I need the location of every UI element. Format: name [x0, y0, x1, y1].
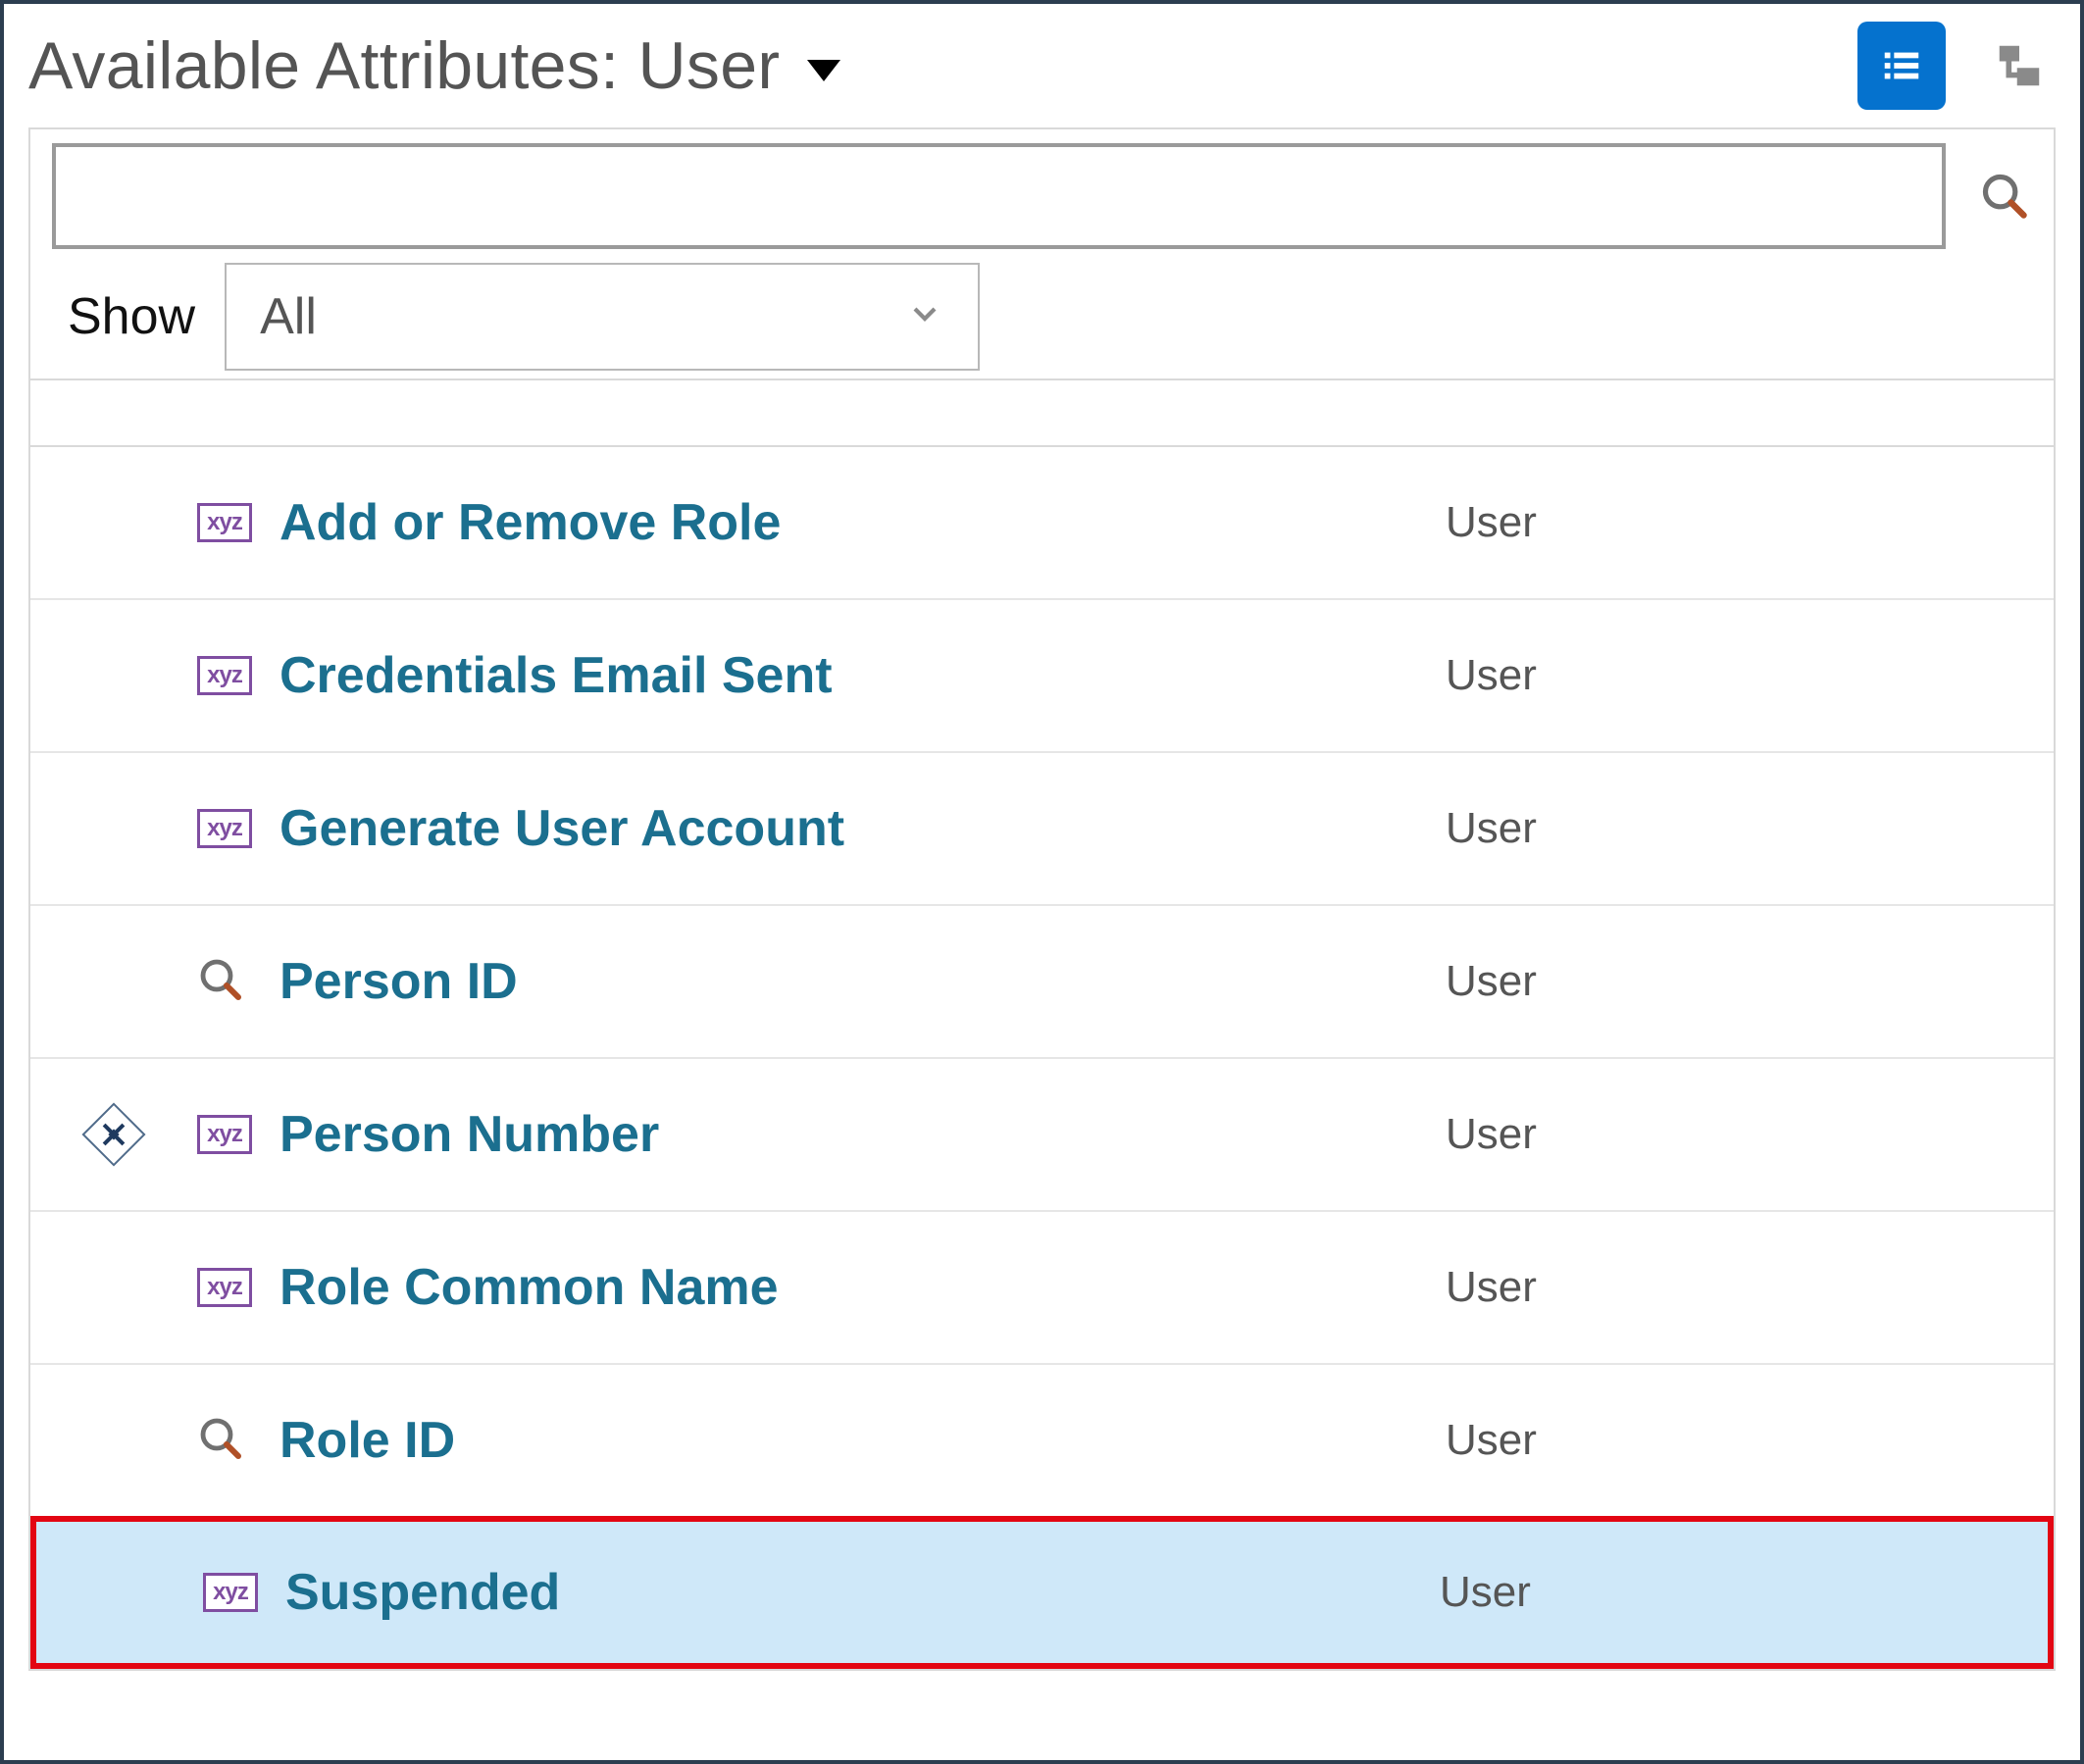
row-type-icon-cell: xyz — [203, 1573, 281, 1612]
dropdown-caret-icon — [807, 60, 840, 81]
xyz-type-icon: xyz — [197, 1268, 252, 1307]
required-icon — [81, 1102, 145, 1166]
list-icon — [1879, 43, 1924, 88]
row-type-icon-cell — [197, 956, 276, 1008]
row-type-icon-cell: xyz — [197, 503, 276, 542]
attribute-label: Role ID — [276, 1411, 1446, 1470]
attribute-category: User — [1446, 1263, 2054, 1312]
attribute-row[interactable]: Role IDUser — [30, 1365, 2054, 1518]
attribute-label: Add or Remove Role — [276, 493, 1446, 552]
panel-title-group[interactable]: Available Attributes: User — [28, 27, 840, 104]
view-toggle-group — [1857, 22, 2056, 110]
lookup-type-icon — [197, 1415, 244, 1467]
attribute-category: User — [1440, 1568, 2048, 1617]
attribute-category: User — [1446, 651, 2054, 700]
attribute-category: User — [1446, 1416, 2054, 1465]
xyz-type-icon: xyz — [203, 1573, 258, 1612]
panel-header: Available Attributes: User — [28, 14, 2056, 127]
tree-view-button[interactable] — [1993, 39, 2046, 92]
attribute-category: User — [1446, 957, 2054, 1006]
attribute-label: Person ID — [276, 952, 1446, 1011]
search-icon — [1979, 171, 2030, 222]
show-select-value: All — [260, 287, 317, 346]
panel-title: Available Attributes: User — [28, 27, 780, 104]
attribute-row[interactable]: xyz Credentials Email SentUser — [30, 600, 2054, 753]
xyz-type-icon: xyz — [197, 1115, 252, 1154]
search-row — [30, 129, 2054, 263]
chevron-down-icon — [905, 287, 944, 346]
show-select[interactable]: All — [225, 263, 980, 371]
attribute-category: User — [1446, 498, 2054, 547]
attribute-label: Role Common Name — [276, 1258, 1446, 1317]
available-attributes-panel: Available Attributes: User — [0, 0, 2084, 1764]
search-input[interactable] — [52, 143, 1946, 249]
attribute-category: User — [1446, 804, 2054, 853]
lookup-type-icon — [197, 956, 244, 1008]
attribute-list: xyzAdd or Remove RoleUserxyzCredentials … — [30, 447, 2054, 1669]
row-type-icon-cell — [197, 1415, 276, 1467]
filter-row: Show All — [30, 263, 2054, 380]
attribute-category: User — [1446, 1110, 2054, 1159]
attribute-row[interactable]: xyz Person NumberUser — [30, 1059, 2054, 1212]
attribute-label: Person Number — [276, 1105, 1446, 1164]
xyz-type-icon: xyz — [197, 503, 252, 542]
row-type-icon-cell: xyz — [197, 1268, 276, 1307]
row-type-icon-cell: xyz — [197, 1115, 276, 1154]
tree-icon — [1993, 39, 2046, 92]
search-button[interactable] — [1975, 167, 2034, 226]
attribute-label: Suspended — [281, 1563, 1440, 1622]
attribute-row[interactable]: xyz Generate User AccountUser — [30, 753, 2054, 906]
row-prefix — [30, 1112, 197, 1157]
show-label: Show — [68, 287, 195, 346]
spacer-row — [30, 380, 2054, 447]
list-view-button[interactable] — [1857, 22, 1946, 110]
attribute-label: Generate User Account — [276, 799, 1446, 858]
xyz-type-icon: xyz — [197, 656, 252, 695]
attribute-row[interactable]: xyz SuspendedUser — [30, 1516, 2054, 1669]
attribute-list-container: Show All xyzAdd or Remove RoleUserxyzCre… — [28, 127, 2056, 1671]
attribute-label: Credentials Email Sent — [276, 646, 1446, 705]
attribute-row[interactable]: Person IDUser — [30, 906, 2054, 1059]
row-type-icon-cell: xyz — [197, 656, 276, 695]
attribute-row[interactable]: xyz Add or Remove RoleUser — [30, 447, 2054, 600]
attribute-row[interactable]: xyz Role Common NameUser — [30, 1212, 2054, 1365]
xyz-type-icon: xyz — [197, 809, 252, 848]
row-type-icon-cell: xyz — [197, 809, 276, 848]
